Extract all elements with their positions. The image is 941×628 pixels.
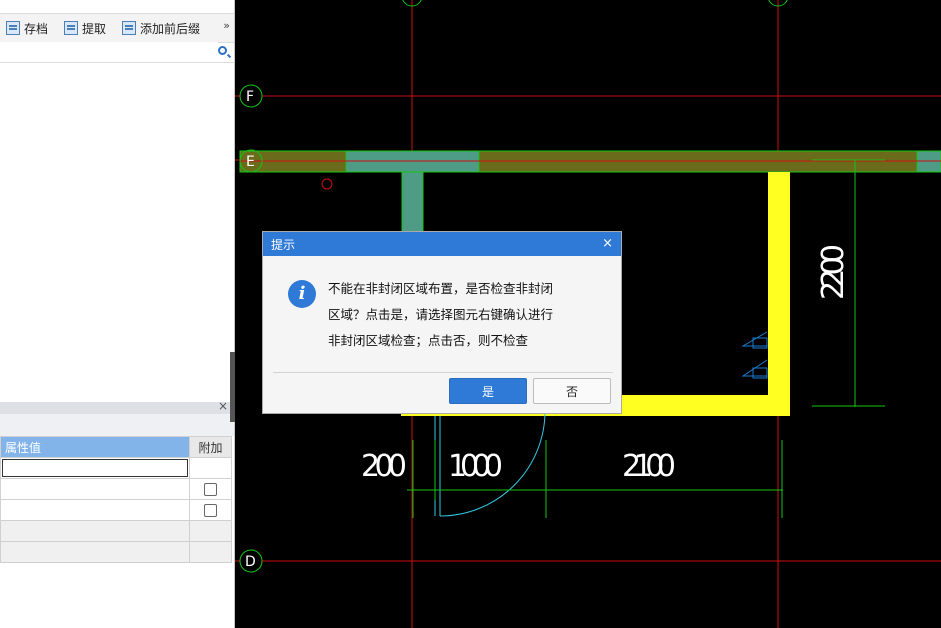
property-value-cell[interactable] xyxy=(0,499,190,521)
extra-checkbox[interactable] xyxy=(204,483,217,496)
value-edit-box[interactable] xyxy=(2,459,188,477)
properties-table: 属性值 附加 xyxy=(0,436,232,563)
extract-button[interactable]: 提取 xyxy=(64,18,106,38)
dimension-text-200: 200 xyxy=(361,449,407,484)
save-button[interactable]: 存档 xyxy=(6,18,48,38)
dimension-text-2100: 2100 xyxy=(622,449,676,484)
table-row xyxy=(0,478,232,500)
properties-toolbar xyxy=(0,414,234,436)
axis-label-d: D xyxy=(245,554,256,570)
header-property-value: 属性值 xyxy=(0,436,190,458)
table-row xyxy=(0,541,232,563)
toolbar-more-icon[interactable]: » xyxy=(223,19,230,32)
header-extra: 附加 xyxy=(189,436,232,458)
table-row xyxy=(0,457,232,479)
extract-label: 提取 xyxy=(82,21,107,36)
property-value-cell[interactable] xyxy=(0,478,190,500)
table-row xyxy=(0,520,232,542)
dialog-title: 提示 xyxy=(271,237,296,252)
prompt-dialog: 提示 × i 不能在非封闭区域布置，是否检查非封闭 区域？点击是，请选择图元右键… xyxy=(262,231,622,414)
save-icon xyxy=(6,21,20,35)
property-value-cell[interactable] xyxy=(0,520,190,542)
prefix-suffix-icon xyxy=(122,21,136,35)
dialog-message-line: 不能在非封闭区域布置，是否检查非封闭 xyxy=(328,281,554,296)
dialog-separator xyxy=(273,372,613,373)
search-row xyxy=(0,42,234,63)
property-value-cell[interactable] xyxy=(0,541,190,563)
search-input[interactable] xyxy=(0,42,218,61)
save-label: 存档 xyxy=(24,21,49,36)
table-row xyxy=(0,499,232,521)
dialog-message-line: 非封闭区域检查；点击否，则不检查 xyxy=(328,333,529,348)
dialog-message: 不能在非封闭区域布置，是否检查非封闭 区域？点击是，请选择图元右键确认进行 非封… xyxy=(328,276,598,354)
extra-cell xyxy=(189,457,232,479)
extra-cell xyxy=(189,499,232,521)
dialog-close-icon[interactable]: × xyxy=(602,236,613,251)
dimension-text-1000: 1000 xyxy=(448,449,503,484)
wall-segment-vertical[interactable] xyxy=(401,171,424,233)
yes-button[interactable]: 是 xyxy=(449,378,527,404)
extra-cell xyxy=(189,520,232,542)
left-panel: 存档 提取 添加前后缀 » × 属性值 附加 xyxy=(0,0,235,628)
point-marker xyxy=(321,178,333,190)
property-value-cell[interactable] xyxy=(0,457,190,479)
properties-close-icon[interactable]: × xyxy=(218,399,228,413)
extra-cell xyxy=(189,541,232,563)
dialog-title-bar[interactable]: 提示 × xyxy=(263,232,621,256)
add-prefix-suffix-button[interactable]: 添加前后缀 xyxy=(122,18,200,38)
extract-icon xyxy=(64,21,78,35)
extra-checkbox[interactable] xyxy=(204,504,217,517)
dimension-text-2200: 2200 xyxy=(816,244,851,300)
search-icon[interactable] xyxy=(218,46,227,55)
properties-panel-header: × xyxy=(0,399,234,414)
prefix-suffix-label: 添加前后缀 xyxy=(140,21,201,36)
properties-header-row: 属性值 附加 xyxy=(0,436,232,458)
yellow-wall-vertical[interactable] xyxy=(768,172,790,416)
no-button[interactable]: 否 xyxy=(533,378,611,404)
axis-label-f: F xyxy=(246,89,254,105)
component-toolbar: 存档 提取 添加前后缀 » xyxy=(0,13,234,43)
axis-label-e: E xyxy=(246,154,255,170)
opening-marker-1 xyxy=(741,331,768,347)
extra-cell xyxy=(189,478,232,500)
info-icon: i xyxy=(288,280,316,308)
dialog-message-line: 区域？点击是，请选择图元右键确认进行 xyxy=(328,307,554,322)
